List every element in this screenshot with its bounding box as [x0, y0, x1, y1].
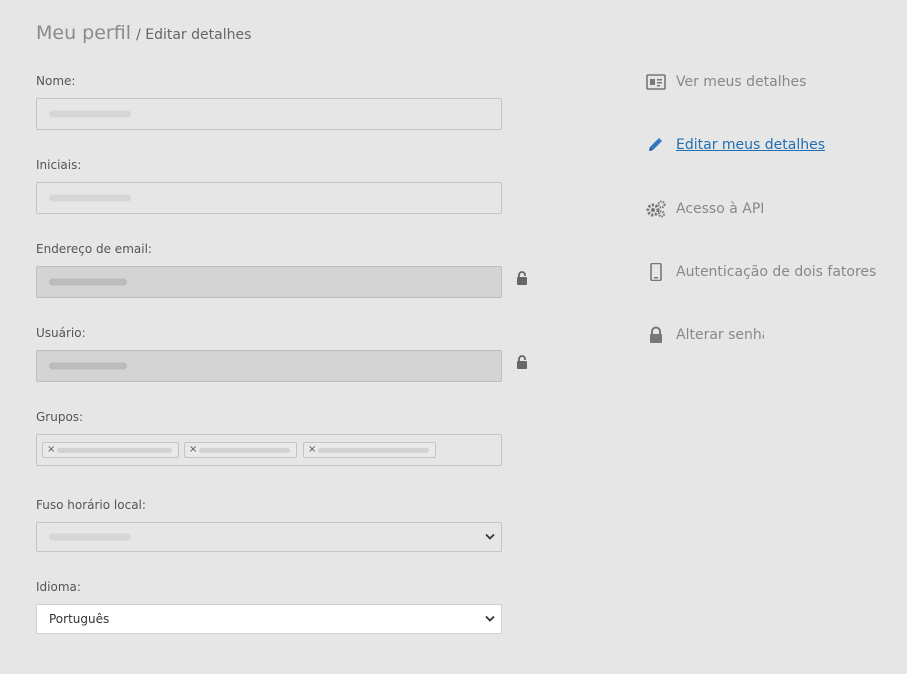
user-label: Usuário: — [36, 326, 86, 340]
timezone-label: Fuso horário local: — [36, 498, 146, 512]
id-card-icon — [646, 74, 666, 90]
email-input — [36, 266, 502, 298]
timezone-select[interactable] — [36, 522, 502, 552]
email-lock-icon[interactable] — [515, 270, 529, 286]
group-tag: × — [42, 442, 179, 458]
initials-label: Iniciais: — [36, 158, 82, 172]
page-title-main: Meu perfil — [36, 22, 131, 44]
group-tag-value-redacted — [318, 448, 429, 453]
name-label: Nome: — [36, 74, 76, 88]
menu-item-two-factor[interactable]: Autenticação de dois fatores — [646, 262, 886, 284]
menu-item-label: Acesso à API — [676, 201, 765, 217]
menu-item-label: Alterar senha — [676, 327, 764, 343]
menu-item-label: Editar meus detalhes — [676, 137, 826, 153]
groups-multiselect[interactable]: × × × — [36, 434, 502, 466]
menu-item-change-password[interactable]: Alterar senha — [646, 325, 764, 347]
chevron-down-icon — [485, 533, 495, 540]
pencil-icon — [649, 138, 662, 151]
menu-item-view-details[interactable]: Ver meus detalhes — [646, 72, 886, 94]
page-title-sub: / Editar detalhes — [136, 27, 252, 43]
remove-tag-icon[interactable]: × — [47, 443, 55, 457]
name-input[interactable] — [36, 98, 502, 130]
language-select-value: Português — [49, 612, 110, 626]
group-tag-value-redacted — [199, 448, 290, 453]
mobile-phone-icon — [650, 263, 662, 281]
user-input — [36, 350, 502, 382]
gears-icon — [646, 200, 666, 218]
initials-value-redacted — [49, 194, 131, 202]
menu-item-label: Ver meus detalhes — [676, 74, 807, 90]
groups-label: Grupos: — [36, 410, 84, 424]
email-value-redacted — [49, 278, 127, 286]
email-label: Endereço de email: — [36, 242, 152, 256]
chevron-down-icon — [485, 615, 495, 622]
lock-icon — [650, 326, 662, 343]
remove-tag-icon[interactable]: × — [308, 443, 316, 457]
menu-item-edit-details[interactable]: Editar meus detalhes — [646, 135, 886, 157]
language-label: Idioma: — [36, 580, 81, 594]
timezone-value-redacted — [49, 533, 131, 541]
initials-input[interactable] — [36, 182, 502, 214]
page-title: Meu perfil / Editar detalhes — [36, 22, 251, 44]
user-value-redacted — [49, 362, 127, 370]
menu-item-api-access[interactable]: Acesso à API — [646, 199, 886, 221]
menu-item-label: Autenticação de dois fatores — [676, 264, 877, 280]
group-tag: × — [184, 442, 297, 458]
language-select[interactable]: Português — [36, 604, 502, 634]
group-tag-value-redacted — [57, 448, 172, 453]
name-value-redacted — [49, 110, 131, 118]
group-tag: × — [303, 442, 436, 458]
remove-tag-icon[interactable]: × — [189, 443, 197, 457]
user-lock-icon[interactable] — [515, 354, 529, 370]
